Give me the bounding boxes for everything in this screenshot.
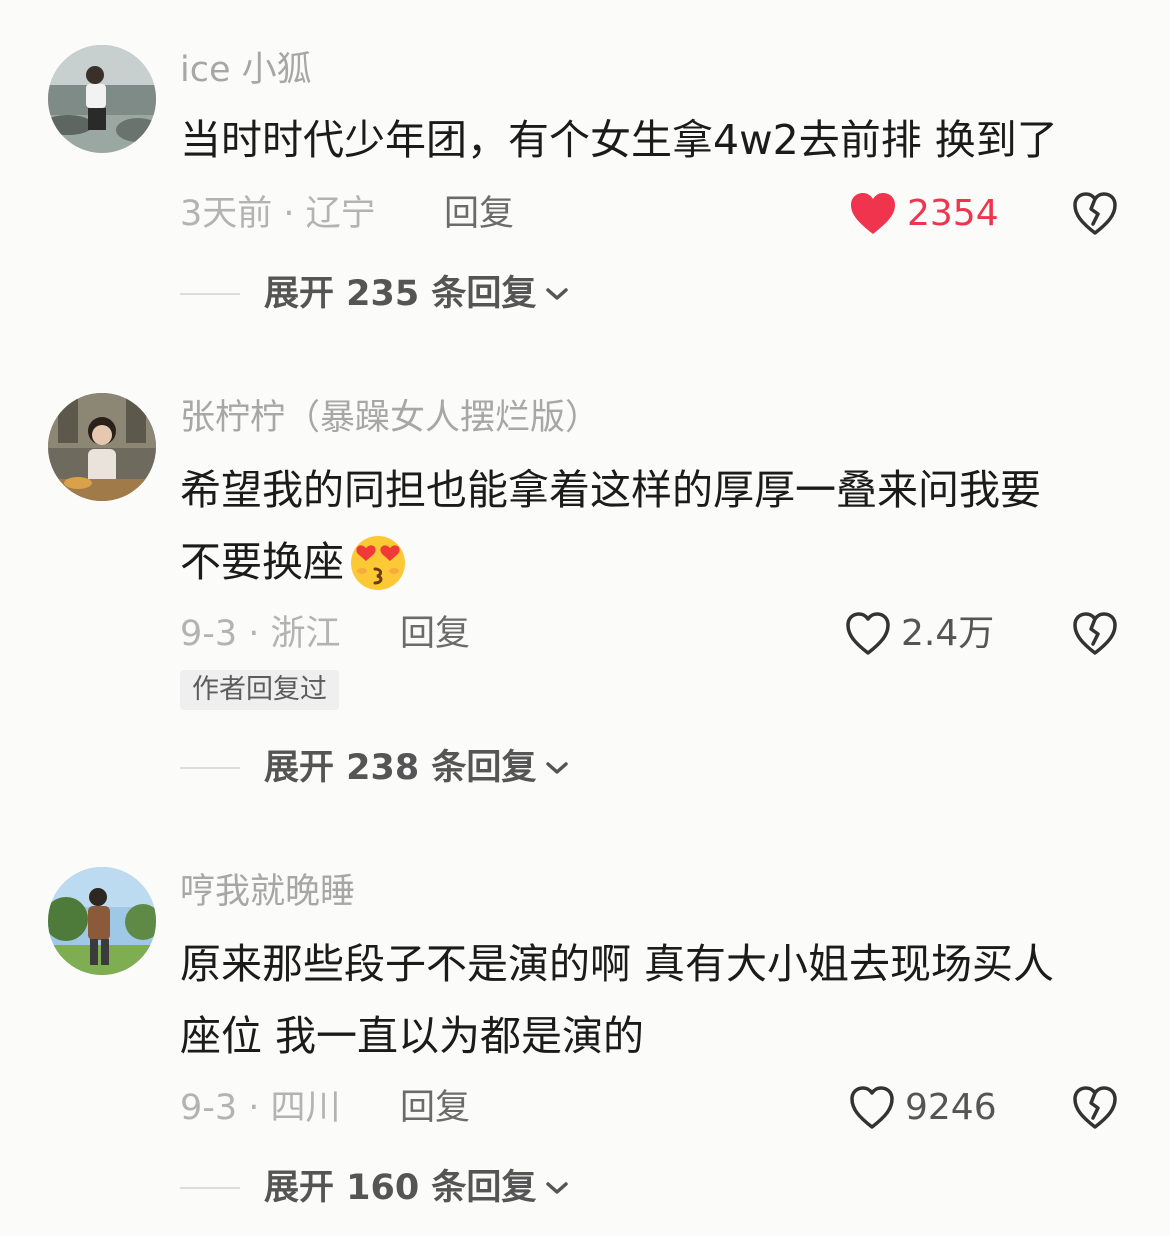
- comment-line: 原来那些段子不是演的啊 真有大小姐去现场买人: [180, 940, 1055, 988]
- expand-replies[interactable]: 展开 235 条回复: [180, 272, 570, 316]
- heart-icon: [846, 612, 890, 655]
- dislike-button[interactable]: [1072, 1086, 1118, 1134]
- divider: [180, 1187, 240, 1189]
- chevron-down-icon: [546, 1182, 569, 1194]
- like-button[interactable]: 9246: [849, 1086, 997, 1130]
- heart-eyes-kiss-emoji: [351, 536, 405, 590]
- dislike-button[interactable]: [1072, 192, 1118, 240]
- like-count: 2.4万: [901, 613, 995, 654]
- broken-heart-icon: [1073, 192, 1117, 235]
- author-replied-badge: 作者回复过: [180, 670, 339, 710]
- broken-heart-icon: [1073, 612, 1117, 655]
- comment-text: 原来那些段子不是演的啊 真有大小姐去现场买人 座位 我一直以为都是演的: [180, 928, 1140, 1072]
- chevron-down-icon: [546, 762, 569, 774]
- comment-line: 不要换座: [180, 538, 344, 586]
- comment-line: 希望我的同担也能拿着这样的厚厚一叠来问我要: [180, 466, 1041, 514]
- chevron-down-icon: [546, 288, 569, 300]
- comment-text: 当时时代少年团，有个女生拿4w2去前排 换到了: [180, 104, 1140, 176]
- like-count: 9246: [905, 1087, 997, 1128]
- comment-item: 张柠柠（暴躁女人摆烂版） 希望我的同担也能拿着这样的厚厚一叠来问我要 不要换座 …: [0, 340, 1170, 820]
- time-location: 3天前 · 辽宁: [180, 194, 376, 234]
- like-button[interactable]: 2354: [849, 192, 999, 236]
- reply-button[interactable]: 回复: [400, 1086, 470, 1130]
- expand-replies[interactable]: 展开 238 条回复: [180, 746, 570, 790]
- time-location: 9-3 · 浙江: [180, 614, 341, 654]
- reply-button[interactable]: 回复: [444, 192, 514, 236]
- comment-line-with-emoji: 不要换座: [180, 526, 1140, 598]
- like-count: 2354: [907, 193, 999, 234]
- comment-line: 座位 我一直以为都是演的: [180, 1012, 645, 1060]
- avatar[interactable]: [48, 867, 156, 975]
- reply-button[interactable]: 回复: [400, 612, 470, 656]
- avatar[interactable]: [48, 393, 156, 501]
- expand-replies[interactable]: 展开 160 条回复: [180, 1166, 570, 1210]
- expand-replies-label: 展开 238 条回复: [264, 748, 537, 788]
- comment-text: 希望我的同担也能拿着这样的厚厚一叠来问我要 不要换座: [180, 454, 1140, 598]
- heart-icon: [850, 1086, 894, 1129]
- expand-replies-label: 展开 160 条回复: [264, 1168, 537, 1208]
- username[interactable]: 张柠柠（暴躁女人摆烂版）: [180, 396, 600, 440]
- comment-item: ice 小狐 当时时代少年团，有个女生拿4w2去前排 换到了 3天前 · 辽宁 …: [0, 0, 1170, 340]
- expand-replies-label: 展开 235 条回复: [264, 274, 537, 314]
- username[interactable]: ice 小狐: [180, 48, 312, 92]
- like-button[interactable]: 2.4万: [845, 612, 994, 656]
- comment-line: 当时时代少年团，有个女生拿4w2去前排 换到了: [180, 116, 1058, 164]
- dislike-button[interactable]: [1072, 612, 1118, 660]
- avatar[interactable]: [48, 45, 156, 153]
- username[interactable]: 哼我就晚睡: [180, 870, 355, 914]
- broken-heart-icon: [1073, 1086, 1117, 1129]
- heart-icon: [851, 193, 895, 234]
- divider: [180, 767, 240, 769]
- comment-item: 哼我就晚睡 原来那些段子不是演的啊 真有大小姐去现场买人 座位 我一直以为都是演…: [0, 820, 1170, 1236]
- time-location: 9-3 · 四川: [180, 1088, 341, 1128]
- divider: [180, 293, 240, 295]
